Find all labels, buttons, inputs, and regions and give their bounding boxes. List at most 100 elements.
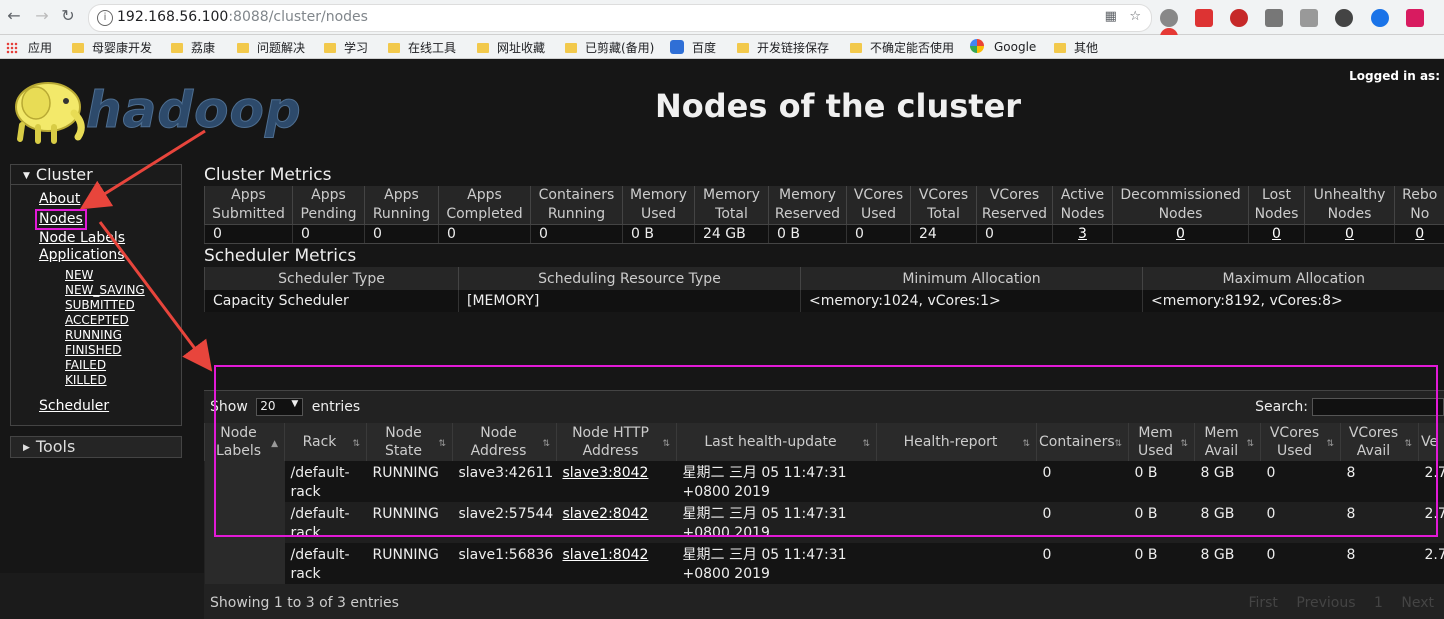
app-state-finished[interactable]: FINISHED xyxy=(65,343,181,358)
table-cell: 8 GB xyxy=(1195,461,1261,502)
cell-text: 0 B xyxy=(1135,464,1189,483)
sortable-column-header[interactable]: NodeLabels▲ xyxy=(205,423,285,461)
info-icon[interactable]: i xyxy=(97,10,113,26)
extension-icon[interactable] xyxy=(1160,9,1178,27)
sidebar-item-node-labels[interactable]: Node Labels xyxy=(39,230,181,247)
sidebar-item-scheduler[interactable]: Scheduler xyxy=(39,398,181,415)
bookmark-item[interactable]: 在线工具 xyxy=(388,39,456,56)
sortable-column-header[interactable]: VCoresUsed⇅ xyxy=(1261,423,1341,461)
cell-text: 8 GB xyxy=(1201,546,1255,565)
table-row: /default-rackRUNNINGslave1:56836slave1:8… xyxy=(205,543,1444,584)
app-state-accepted[interactable]: ACCEPTED xyxy=(65,313,181,328)
bookmark-item[interactable]: 网址收藏 xyxy=(477,39,545,56)
metric-value-link[interactable]: 0 xyxy=(1415,226,1424,242)
metric-value-link[interactable]: 0 xyxy=(1176,226,1185,242)
metric-value-link[interactable]: 0 xyxy=(1345,226,1354,242)
forward-icon[interactable]: → xyxy=(32,6,52,26)
extension-icon[interactable] xyxy=(1371,9,1389,27)
app-state-new-saving[interactable]: NEW_SAVING xyxy=(65,283,181,298)
app-state-killed[interactable]: KILLED xyxy=(65,373,181,388)
extension-icon[interactable] xyxy=(1335,9,1353,27)
reload-icon[interactable]: ↻ xyxy=(58,6,78,26)
sort-both-icon: ⇅ xyxy=(1022,435,1030,453)
table-cell xyxy=(877,461,1037,502)
cell-text: 8 GB xyxy=(1201,505,1255,524)
adblock-icon[interactable] xyxy=(1230,9,1248,27)
apps-grid-icon xyxy=(6,42,18,54)
page-number-button[interactable]: 1 xyxy=(1374,595,1383,611)
node-http-link[interactable]: slave3:8042 xyxy=(563,465,649,481)
bookmark-item[interactable]: Google xyxy=(970,39,1036,54)
app-state-new[interactable]: NEW xyxy=(65,268,181,283)
sortable-column-header[interactable]: MemAvail⇅ xyxy=(1195,423,1261,461)
sortable-column-header[interactable]: MemUsed⇅ xyxy=(1129,423,1195,461)
page-length-select[interactable]: 20▼ xyxy=(256,398,303,416)
sortable-column-header[interactable]: NodeState⇅ xyxy=(367,423,453,461)
metric-value: 24 GB xyxy=(695,225,769,244)
extension-icon[interactable] xyxy=(1406,9,1424,27)
node-http-link[interactable]: slave2:8042 xyxy=(563,506,649,522)
extension-icon[interactable] xyxy=(1195,9,1213,27)
bookmark-star-icon[interactable]: ☆ xyxy=(1129,9,1141,24)
bookmark-item[interactable]: 其他 xyxy=(1054,39,1098,56)
table-cell: 0 xyxy=(1037,543,1129,584)
bookmark-item[interactable]: 不确定能否使用 xyxy=(850,39,954,56)
metric-value-link[interactable]: 0 xyxy=(1272,226,1281,242)
search-input[interactable] xyxy=(1312,398,1444,416)
cluster-toggle[interactable]: ▼Cluster xyxy=(11,165,181,185)
cell-text: 0 B xyxy=(1135,546,1189,565)
page-next-button[interactable]: Next xyxy=(1401,595,1434,611)
metric-value: 0 xyxy=(1395,225,1444,244)
hadoop-logo[interactable]: hadoop xyxy=(8,69,308,145)
tools-toggle[interactable]: ▶Tools xyxy=(10,436,182,458)
node-http-link[interactable]: slave1:8042 xyxy=(563,547,649,563)
extension-icon[interactable] xyxy=(1265,9,1283,27)
sortable-column-header[interactable]: NodeAddress⇅ xyxy=(453,423,557,461)
extension-icon[interactable] xyxy=(1300,9,1318,27)
address-bar[interactable]: i 192.168.56.100:8088/cluster/nodes ▦ ☆ xyxy=(88,4,1152,32)
bookmark-item[interactable]: 百度 xyxy=(670,39,716,56)
bookmark-item[interactable]: 学习 xyxy=(324,39,368,56)
bookmark-item[interactable]: 开发链接保存 xyxy=(737,39,829,56)
collapse-triangle-icon: ▼ xyxy=(23,171,30,181)
sort-both-icon: ⇅ xyxy=(542,435,550,453)
app-state-submitted[interactable]: SUBMITTED xyxy=(65,298,181,313)
back-icon[interactable]: ← xyxy=(4,6,24,26)
cell-text: +0800 2019 xyxy=(683,483,871,502)
sortable-column-header[interactable]: Health-report⇅ xyxy=(877,423,1037,461)
sidebar-item-applications[interactable]: Applications xyxy=(39,247,181,264)
metric-header: AppsSubmitted xyxy=(205,186,293,225)
cell-text: 8 xyxy=(1347,505,1413,524)
folder-icon xyxy=(737,43,749,53)
table-cell xyxy=(877,543,1037,584)
metric-value: 3 xyxy=(1053,225,1113,244)
table-cell: 0 B xyxy=(1129,502,1195,543)
sortable-column-header[interactable]: Containers⇅ xyxy=(1037,423,1129,461)
metric-value-link[interactable]: 3 xyxy=(1078,226,1087,242)
page-first-button[interactable]: First xyxy=(1248,595,1277,611)
sidebar-item-nodes[interactable]: Nodes xyxy=(35,209,87,230)
bookmark-item[interactable]: 应用 xyxy=(6,39,52,56)
metric-header: ReboNo xyxy=(1395,186,1444,225)
translate-icon[interactable]: ▦ xyxy=(1105,9,1117,24)
nodes-table: NodeLabels▲Rack⇅NodeState⇅NodeAddress⇅No… xyxy=(204,423,1444,584)
bookmark-item[interactable]: 已剪藏(备用) xyxy=(565,39,654,56)
bookmark-item[interactable]: 荔康 xyxy=(171,39,215,56)
metric-value: 0 xyxy=(293,225,365,244)
table-cell: slave2:8042 xyxy=(557,502,677,543)
sidebar-item-about[interactable]: About xyxy=(39,191,181,208)
app-state-running[interactable]: RUNNING xyxy=(65,328,181,343)
sortable-column-header[interactable]: Node HTTPAddress⇅ xyxy=(557,423,677,461)
sortable-column-header[interactable]: VCoresAvail⇅ xyxy=(1341,423,1419,461)
app-state-failed[interactable]: FAILED xyxy=(65,358,181,373)
bookmark-item[interactable]: 母婴康开发 xyxy=(72,39,152,56)
page-previous-button[interactable]: Previous xyxy=(1296,595,1355,611)
table-cell: 0 xyxy=(1037,461,1129,502)
page-title: Nodes of the cluster xyxy=(655,87,1021,125)
table-header: Maximum Allocation xyxy=(1143,267,1444,290)
sortable-column-header[interactable]: Rack⇅ xyxy=(285,423,367,461)
sortable-column-header[interactable]: Last health-update⇅ xyxy=(677,423,877,461)
folder-icon xyxy=(237,43,249,53)
sortable-column-header[interactable]: Ve xyxy=(1419,423,1444,461)
bookmark-item[interactable]: 问题解决 xyxy=(237,39,305,56)
